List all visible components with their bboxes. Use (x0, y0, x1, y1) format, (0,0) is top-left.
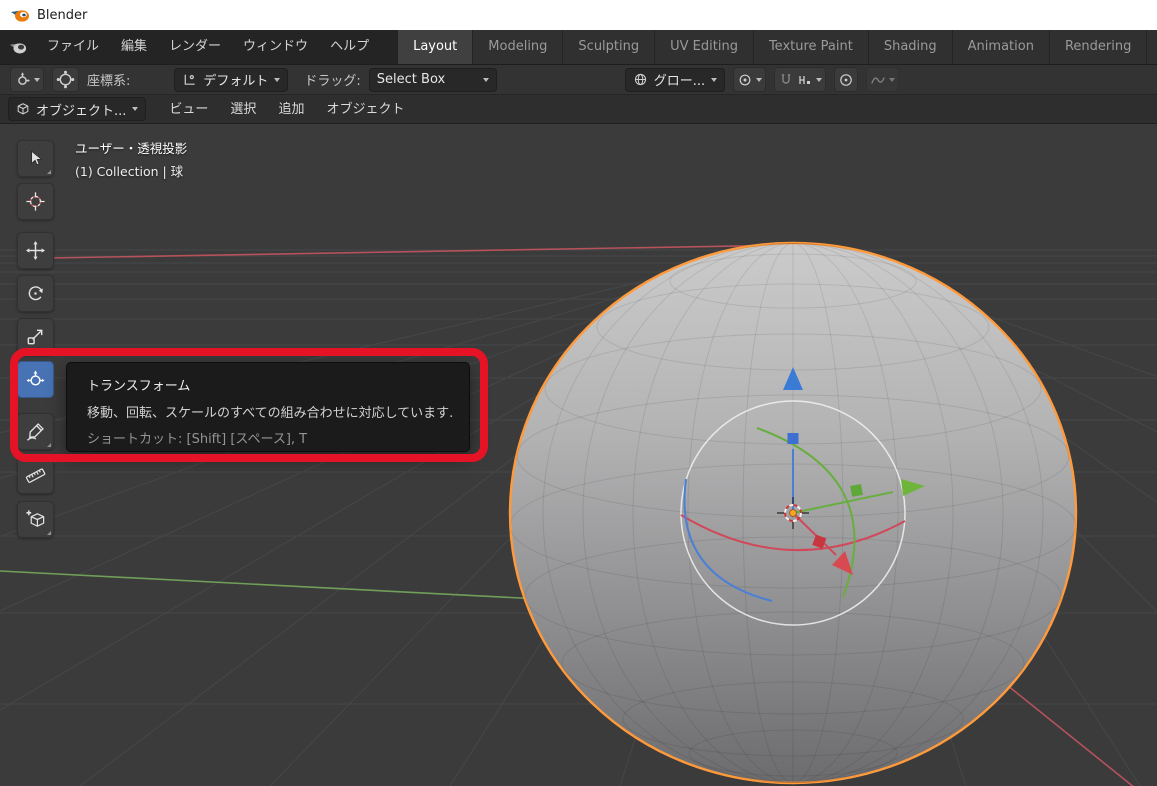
tool-transform[interactable] (17, 361, 54, 398)
3d-viewport[interactable]: ユーザー・透視投影 (1) Collection | 球 トランスフォーム 移動… (0, 124, 1157, 786)
annotate-icon (26, 423, 44, 441)
chevron-down-icon (132, 107, 139, 111)
snap-controls[interactable] (774, 67, 827, 92)
measure-icon (25, 468, 46, 483)
tab-animation[interactable]: Animation (952, 30, 1049, 64)
tab-sculpting[interactable]: Sculpting (563, 30, 655, 64)
chevron-down-icon (711, 77, 718, 82)
mode-value: オブジェクト... (36, 103, 127, 119)
blender-menu-button[interactable] (9, 40, 27, 55)
rotate-icon (28, 286, 43, 301)
tooltip-title: トランスフォーム (87, 379, 191, 394)
chevron-down-icon (756, 77, 763, 82)
gizmo-z-scale-handle (787, 433, 799, 444)
magnet-icon (782, 73, 791, 84)
pivot-point-dropdown[interactable] (733, 67, 767, 92)
tool-add-cube[interactable] (17, 501, 54, 538)
top-menubar: ファイル 編集 レンダー ウィンドウ ヘルプ Layout Modeling S… (0, 30, 1157, 64)
active-tool-dropdown[interactable] (10, 67, 44, 92)
menu-help[interactable]: ヘルプ (319, 30, 380, 64)
orientation-axes-icon (185, 74, 196, 85)
tooltip-shortcut: ショートカット: [Shift] [スペース], T (87, 432, 308, 447)
active-collection-label: (1) Collection | 球 (75, 164, 184, 179)
viewport-header: オブジェクト... ビュー 選択 追加 オブジェクト (0, 95, 1157, 124)
move-icon (25, 240, 46, 261)
tab-uv-editing[interactable]: UV Editing (655, 30, 753, 64)
tool-rotate[interactable] (17, 275, 54, 312)
chevron-down-icon (482, 77, 489, 82)
tooltip-description: 移動、回転、スケールのすべての組み合わせに対応しています. (87, 406, 454, 421)
coord-system-label: 座標系: (87, 74, 131, 89)
tool-annotate[interactable] (17, 413, 54, 450)
tab-compositing[interactable]: Compositing (1147, 30, 1157, 64)
proportional-edit-toggle[interactable] (834, 67, 859, 92)
orientation-value: デフォルト (203, 74, 269, 89)
tool-settings-bar: 座標系: デフォルト ドラッグ: Select Box グロー... (0, 64, 1157, 95)
blender-logo-gray-icon (9, 42, 27, 53)
active-tool-icon (18, 72, 30, 85)
orientation-dropdown[interactable]: デフォルト (174, 67, 289, 92)
tool-tooltip: トランスフォーム 移動、回転、スケールのすべての組み合わせに対応しています. シ… (66, 362, 470, 452)
scale-icon (27, 329, 43, 345)
tool-scale[interactable] (17, 318, 54, 355)
drag-mode-value: Select Box (376, 72, 446, 87)
chevron-down-icon (274, 77, 281, 82)
tab-texture-paint[interactable]: Texture Paint (753, 30, 868, 64)
gizmo-settings-button[interactable] (52, 67, 79, 92)
pivot-point-icon (739, 74, 751, 85)
proportional-circle-icon (840, 73, 853, 86)
workspace-tabs: Layout Modeling Sculpting UV Editing Tex… (398, 30, 1157, 64)
menu-select[interactable]: 選択 (221, 95, 265, 124)
menu-edit[interactable]: 編集 (110, 30, 158, 64)
tool-measure[interactable] (17, 457, 54, 494)
blender-logo-icon (11, 10, 29, 22)
tool-cursor[interactable] (17, 183, 54, 220)
mode-dropdown[interactable]: オブジェクト... (8, 97, 147, 121)
add-cube-icon (26, 510, 45, 527)
pivot-value: グロー... (653, 74, 706, 89)
falloff-curve-icon (871, 76, 885, 84)
drag-mode-dropdown[interactable]: Select Box (368, 67, 497, 92)
viewport-toolbar (17, 140, 54, 538)
proportional-falloff-dropdown[interactable] (866, 67, 900, 92)
globe-icon (634, 73, 646, 86)
menu-add[interactable]: 追加 (269, 95, 313, 124)
tab-layout[interactable]: Layout (398, 30, 473, 64)
tool-move[interactable] (17, 232, 54, 269)
tab-shading[interactable]: Shading (868, 30, 952, 64)
transform-icon (26, 370, 45, 386)
tab-rendering[interactable]: Rendering (1049, 30, 1147, 64)
pivot-orientation-dropdown[interactable]: グロー... (624, 67, 726, 92)
chevron-down-icon (816, 77, 823, 82)
tool-select-box[interactable] (17, 140, 54, 177)
chevron-down-icon (889, 77, 896, 82)
menu-object[interactable]: オブジェクト (317, 95, 413, 124)
window-title: Blender (37, 7, 88, 23)
object-mode-cube-icon (17, 103, 29, 115)
menu-view[interactable]: ビュー (160, 95, 217, 124)
view-projection-label: ユーザー・透視投影 (75, 141, 188, 156)
select-box-icon (31, 150, 43, 166)
snap-increment-icon (799, 75, 811, 84)
viewport-scene (0, 241, 1157, 786)
window-titlebar: Blender (0, 0, 1157, 30)
viewport-overlay-text: ユーザー・透視投影 (1) Collection | 球 (75, 137, 187, 183)
chevron-down-icon (34, 77, 40, 82)
cursor-icon (26, 192, 45, 211)
menu-render[interactable]: レンダー (158, 30, 232, 64)
drag-label: ドラッグ: (304, 74, 361, 89)
gizmo-y-scale-handle (850, 484, 863, 497)
gizmo-icon (56, 70, 75, 89)
menu-window[interactable]: ウィンドウ (232, 30, 319, 64)
tab-modeling[interactable]: Modeling (473, 30, 563, 64)
object-origin-dot (789, 509, 797, 517)
menu-file[interactable]: ファイル (36, 30, 110, 64)
